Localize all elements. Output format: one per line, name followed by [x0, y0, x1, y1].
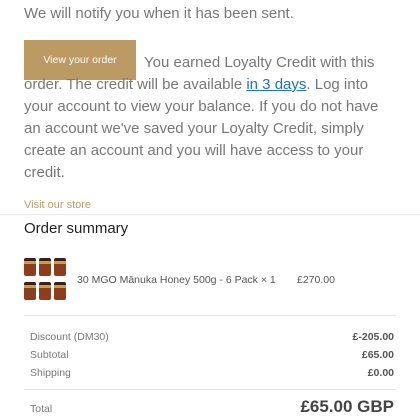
- divider: [0, 214, 420, 215]
- shipping-label: Shipping: [30, 367, 71, 379]
- total-label: Total: [30, 403, 53, 415]
- honey-jar-icon: [54, 282, 66, 300]
- discount-value: £-205.00: [352, 331, 394, 343]
- divider: [24, 389, 396, 390]
- honey-jar-icon: [54, 258, 66, 276]
- loyalty-credit-message: You earned Loyalty Credit with this orde…: [24, 52, 396, 184]
- subtotal-label: Subtotal: [30, 349, 69, 361]
- shipping-value: £0.00: [367, 367, 394, 379]
- divider: [24, 315, 396, 316]
- shipping-notice: We will notify you when it has been sent…: [24, 5, 294, 22]
- credit-availability-link[interactable]: in 3 days: [246, 76, 306, 93]
- product-price: £270.00: [297, 274, 335, 286]
- order-summary-title: Order summary: [24, 220, 129, 237]
- subtotal-value: £65.00: [361, 349, 394, 361]
- visit-store-link[interactable]: Visit our store: [24, 199, 91, 211]
- honey-jar-icon: [39, 282, 51, 300]
- honey-jar-icon: [39, 258, 51, 276]
- honey-jar-icon: [24, 282, 36, 300]
- total-value: £65.00 GBP: [300, 397, 394, 416]
- discount-label: Discount (DM30): [30, 331, 109, 343]
- honey-jar-icon: [24, 258, 36, 276]
- product-thumbnail: [24, 258, 70, 302]
- product-name: 30 MGO Mānuka Honey 500g - 6 Pack × 1: [77, 274, 276, 286]
